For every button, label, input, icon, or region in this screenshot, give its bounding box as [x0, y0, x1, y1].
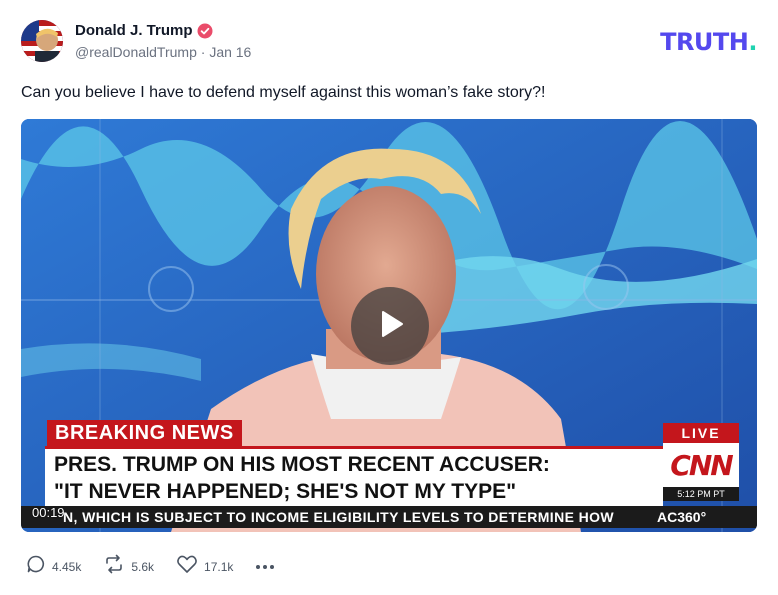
post-date[interactable]: Jan 16 — [209, 44, 251, 60]
logo-text: TRUTH — [660, 28, 749, 56]
post-actions: 4.45k 5.6k 17.1k — [26, 554, 275, 579]
headline-line-1: PRES. TRUMP ON HIS MOST RECENT ACCUSER: — [54, 453, 550, 476]
more-icon — [255, 558, 275, 576]
broadcast-time: 5:12 PM PT — [663, 487, 739, 501]
logo-dot: . — [748, 28, 757, 56]
news-lower-third: BREAKING NEWS PRES. TRUMP ON HIS MOST RE… — [21, 119, 757, 532]
video-player[interactable]: BREAKING NEWS PRES. TRUMP ON HIS MOST RE… — [21, 119, 757, 532]
retruth-button[interactable]: 5.6k — [103, 554, 154, 579]
post-meta: @realDonaldTrump · Jan 16 — [75, 44, 251, 60]
like-icon — [176, 554, 198, 579]
verified-badge-icon — [197, 23, 213, 39]
more-button[interactable] — [255, 558, 275, 576]
like-button[interactable]: 17.1k — [176, 554, 233, 579]
retruth-count: 5.6k — [131, 559, 155, 574]
author-handle[interactable]: @realDonaldTrump — [75, 44, 197, 60]
author-name[interactable]: Donald J. Trump — [75, 22, 193, 39]
reply-icon — [26, 554, 46, 579]
headline-line-2: "IT NEVER HAPPENED; SHE'S NOT MY TYPE" — [54, 480, 517, 503]
meta-separator: · — [200, 44, 206, 60]
reply-count: 4.45k — [52, 559, 82, 574]
post-header: Donald J. Trump @realDonaldTrump · Jan 1… — [21, 18, 757, 68]
news-ticker: N, WHICH IS SUBJECT TO INCOME ELIGIBILIT… — [21, 506, 757, 528]
truth-logo[interactable]: TRUTH. — [660, 28, 757, 56]
avatar[interactable] — [21, 20, 63, 62]
post-text: Can you believe I have to defend myself … — [21, 84, 546, 101]
show-name: AC360° — [657, 509, 707, 525]
like-count: 17.1k — [204, 559, 234, 574]
headline-box: PRES. TRUMP ON HIS MOST RECENT ACCUSER: … — [45, 446, 663, 509]
author-block: Donald J. Trump @realDonaldTrump · Jan 1… — [75, 22, 251, 60]
ticker-text: N, WHICH IS SUBJECT TO INCOME ELIGIBILIT… — [63, 509, 615, 525]
breaking-news-label: BREAKING NEWS — [47, 420, 242, 446]
reply-button[interactable]: 4.45k — [26, 554, 81, 579]
retruth-icon — [103, 554, 125, 579]
network-logo: CNN — [670, 448, 733, 482]
network-logo-box: CNN — [663, 443, 739, 487]
video-elapsed-time: 00:19 — [32, 505, 65, 520]
live-label: LIVE — [663, 423, 739, 443]
